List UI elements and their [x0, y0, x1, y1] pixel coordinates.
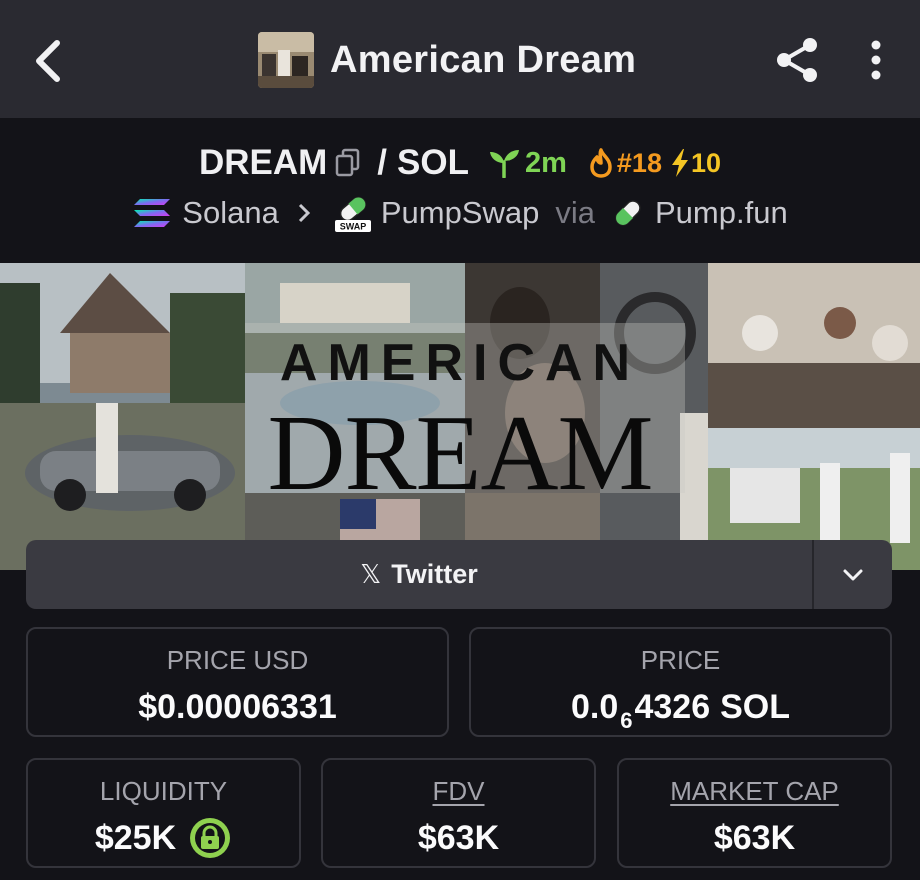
back-button[interactable]	[26, 36, 70, 86]
fdv-amount: $63K	[417, 818, 500, 857]
chain-link[interactable]: Solana	[132, 195, 279, 231]
share-icon	[777, 38, 817, 82]
share-button[interactable]	[772, 33, 824, 87]
price-native-card: PRICE 0.0 6 4326 SOL	[469, 627, 892, 737]
market-cap-label[interactable]: MARKET CAP	[619, 776, 890, 807]
seedling-icon	[489, 150, 519, 178]
banner-title-line2: DREAM	[267, 394, 653, 513]
twitter-label: Twitter	[391, 559, 478, 589]
solana-icon	[134, 199, 171, 227]
boost-count-value: 10	[690, 147, 722, 178]
price-usd-card: PRICE USD $0.00006331	[26, 627, 449, 737]
market-cap-value: $63K	[619, 816, 890, 860]
price-usd-amount: $0.00006331	[138, 687, 337, 726]
trending-rank[interactable]: #18	[589, 148, 662, 179]
chain-dex-info: Solana SWAP PumpSwap via Pump.fun	[0, 191, 920, 235]
via-label: via	[555, 195, 595, 230]
lightning-icon	[671, 149, 688, 177]
fdv-value: $63K	[323, 816, 594, 860]
market-cap-amount: $63K	[713, 818, 796, 857]
dex-name: PumpSwap	[380, 195, 540, 230]
market-cap-card: MARKET CAP $63K	[617, 758, 892, 868]
price-native-zero-count: 6	[620, 708, 633, 733]
twitter-button[interactable]: 𝕏 Twitter	[26, 540, 812, 609]
app-bar: American Dream	[0, 0, 920, 118]
pair-age-value: 2m	[524, 146, 567, 179]
price-native-prefix: 0.0	[570, 687, 619, 726]
quote-token-symbol: SOL	[397, 143, 469, 182]
copy-icon[interactable]	[335, 148, 361, 178]
price-native-unit: SOL	[720, 687, 791, 726]
launchpad-link[interactable]: Pump.fun	[611, 195, 788, 231]
base-token-symbol: DREAM	[198, 143, 328, 182]
launchpad-name: Pump.fun	[655, 195, 788, 230]
pumpfun-icon	[615, 200, 641, 226]
x-logo-icon: 𝕏	[360, 559, 382, 590]
flame-icon	[590, 148, 612, 178]
socials-button-group: 𝕏 Twitter	[26, 540, 892, 609]
boost-count[interactable]: 10	[670, 148, 721, 179]
pair-info: DREAM / SOL 2m #18 10	[0, 140, 920, 186]
liquidity-amount: $25K	[94, 818, 177, 857]
pumpswap-icon: SWAP	[334, 196, 371, 232]
token-header: American Dream	[258, 31, 636, 89]
fdv-card: FDV $63K	[321, 758, 596, 868]
more-options-button[interactable]	[858, 33, 894, 87]
liquidity-label: LIQUIDITY	[99, 776, 228, 806]
liquidity-value: $25K	[28, 816, 299, 860]
token-avatar	[258, 32, 314, 88]
more-vertical-icon	[871, 40, 881, 80]
chevron-right-icon	[297, 202, 311, 224]
chain-name: Solana	[182, 195, 279, 230]
socials-dropdown-button[interactable]	[814, 540, 892, 609]
price-native-value: 0.0 6 4326 SOL	[471, 685, 890, 734]
banner-title-line1: AMERICAN	[279, 334, 641, 392]
chevron-down-icon	[843, 569, 863, 580]
price-native-digits: 4326	[634, 687, 711, 726]
dex-badge-text: SWAP	[340, 222, 367, 232]
trending-rank-value: #18	[616, 147, 662, 178]
lock-icon[interactable]	[188, 816, 232, 860]
pair-age: 2m	[487, 147, 567, 180]
pair-separator: /	[377, 143, 388, 182]
arrow-left-icon	[36, 40, 60, 82]
fdv-label[interactable]: FDV	[323, 776, 594, 807]
price-usd-label: PRICE USD	[166, 645, 309, 675]
dex-link[interactable]: SWAP PumpSwap	[333, 193, 540, 233]
price-usd-value: $0.00006331	[28, 685, 447, 729]
price-native-label: PRICE	[640, 645, 721, 675]
page-title: American Dream	[330, 38, 637, 81]
liquidity-card: LIQUIDITY $25K	[26, 758, 301, 868]
